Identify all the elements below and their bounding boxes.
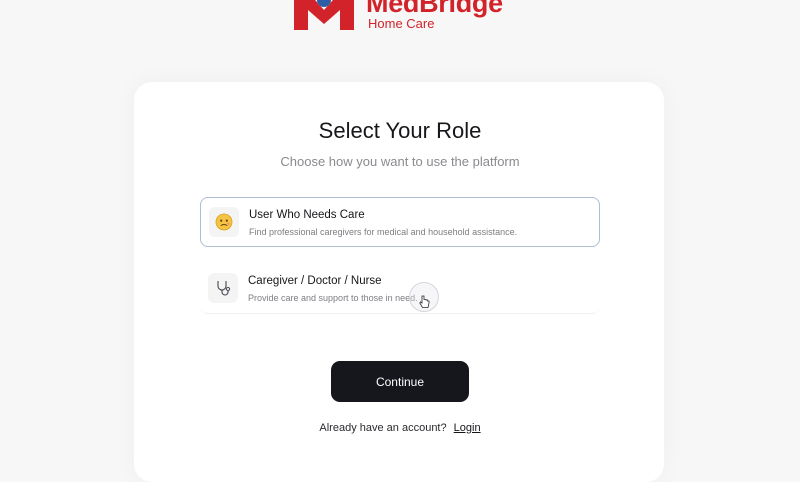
brand-logo: MedBridge Home Care bbox=[290, 0, 530, 32]
role-title: User Who Needs Care bbox=[249, 209, 365, 221]
page-title: Select Your Role bbox=[318, 118, 482, 143]
role-title: Caregiver / Doctor / Nurse bbox=[248, 275, 382, 287]
medbridge-logo-icon bbox=[294, 0, 354, 30]
page-subtitle: Choose how you want to use the platform bbox=[280, 154, 520, 169]
role-option-caregiver[interactable]: Caregiver / Doctor / Nurse Provide care … bbox=[200, 264, 600, 314]
login-prompt-text: Already have an account? bbox=[319, 422, 447, 434]
login-link[interactable]: Login bbox=[454, 422, 481, 434]
stethoscope-icon bbox=[208, 273, 238, 303]
worried-face-icon bbox=[209, 207, 239, 237]
role-description: Provide care and support to those in nee… bbox=[248, 293, 418, 303]
role-description: Find professional caregivers for medical… bbox=[249, 227, 518, 237]
continue-button[interactable]: Continue bbox=[331, 361, 469, 402]
role-option-care-user[interactable]: User Who Needs Care Find professional ca… bbox=[200, 197, 600, 247]
hand-cursor-icon bbox=[409, 282, 439, 312]
brand-tagline: Home Care bbox=[368, 16, 435, 31]
login-prompt: Already have an account? Login bbox=[0, 422, 800, 434]
